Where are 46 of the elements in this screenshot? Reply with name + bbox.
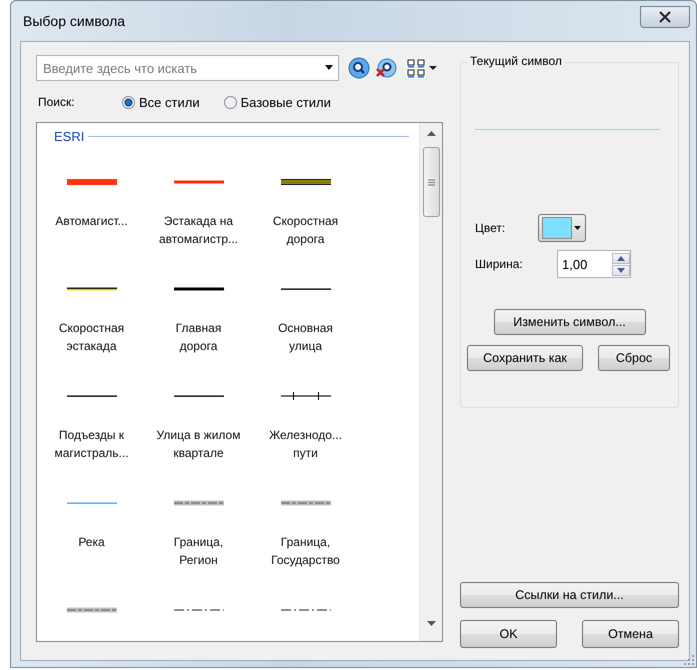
cancel-button[interactable]: Отмена — [582, 620, 679, 648]
symbol-label: Улица в жилом квартале — [156, 427, 240, 462]
color-label: Цвет: — [475, 221, 506, 235]
window-title: Выбор символа — [23, 13, 126, 29]
increment-icon[interactable] — [612, 252, 630, 264]
radio-option[interactable]: Все стили — [122, 94, 200, 110]
symbol-label: Железнодо... пути — [269, 427, 342, 462]
line-symbol-icon[interactable] — [280, 391, 330, 401]
search-label: Поиск: — [38, 95, 76, 109]
symbol-label: Скоростная эстакада — [58, 320, 124, 355]
caret-icon[interactable] — [574, 226, 581, 230]
symbol-label: Река — [78, 534, 105, 551]
decrement-icon[interactable] — [612, 264, 630, 276]
style-references-button[interactable]: Ссылки на стили... — [460, 582, 679, 608]
change-symbol-button[interactable]: Изменить символ... — [494, 309, 646, 335]
symbol-label: Эстакада на автомагистр... — [159, 213, 238, 248]
line-symbol-icon[interactable] — [280, 177, 330, 187]
width-label: Ширина: — [475, 257, 524, 271]
symbol-label: Граница, Регион — [174, 534, 224, 569]
scroll-up-icon[interactable] — [426, 131, 436, 137]
symbol-label: Основная улица — [278, 320, 333, 355]
group-title: ESRI — [54, 128, 84, 144]
save-as-button[interactable]: Сохранить как — [467, 345, 583, 371]
symbol-label: Граница, Государство — [271, 534, 340, 569]
clear-search-icon[interactable] — [375, 57, 397, 79]
view-options-icon[interactable] — [407, 58, 437, 78]
symbol-label: Подъезды к магистраль... — [54, 427, 129, 462]
caret-icon[interactable] — [324, 65, 334, 71]
search-combo-box[interactable]: Введите здесь что искать — [36, 55, 339, 81]
search-icon[interactable] — [348, 57, 370, 79]
symbol-label: Главная дорога — [176, 320, 222, 355]
symbol-label: Автомагист... — [55, 213, 128, 230]
close-button[interactable] — [640, 6, 690, 28]
symbol-label: Скоростная дорога — [272, 213, 338, 248]
scroll-thumb[interactable] — [422, 147, 440, 217]
radio-option[interactable]: Базовые стили — [224, 94, 331, 110]
ok-button[interactable]: OK — [460, 620, 557, 648]
width-spinner[interactable]: 1,00 — [557, 250, 631, 278]
panel-title: Текущий символ — [467, 54, 565, 68]
radio-icon[interactable] — [224, 96, 237, 108]
reset-button[interactable]: Сброс — [598, 345, 670, 371]
scroll-down-icon[interactable] — [426, 621, 436, 627]
radio-icon[interactable] — [122, 96, 135, 108]
resize-grip-icon[interactable] — [684, 655, 694, 665]
close-icon[interactable] — [658, 11, 672, 23]
color-picker[interactable] — [538, 214, 586, 242]
